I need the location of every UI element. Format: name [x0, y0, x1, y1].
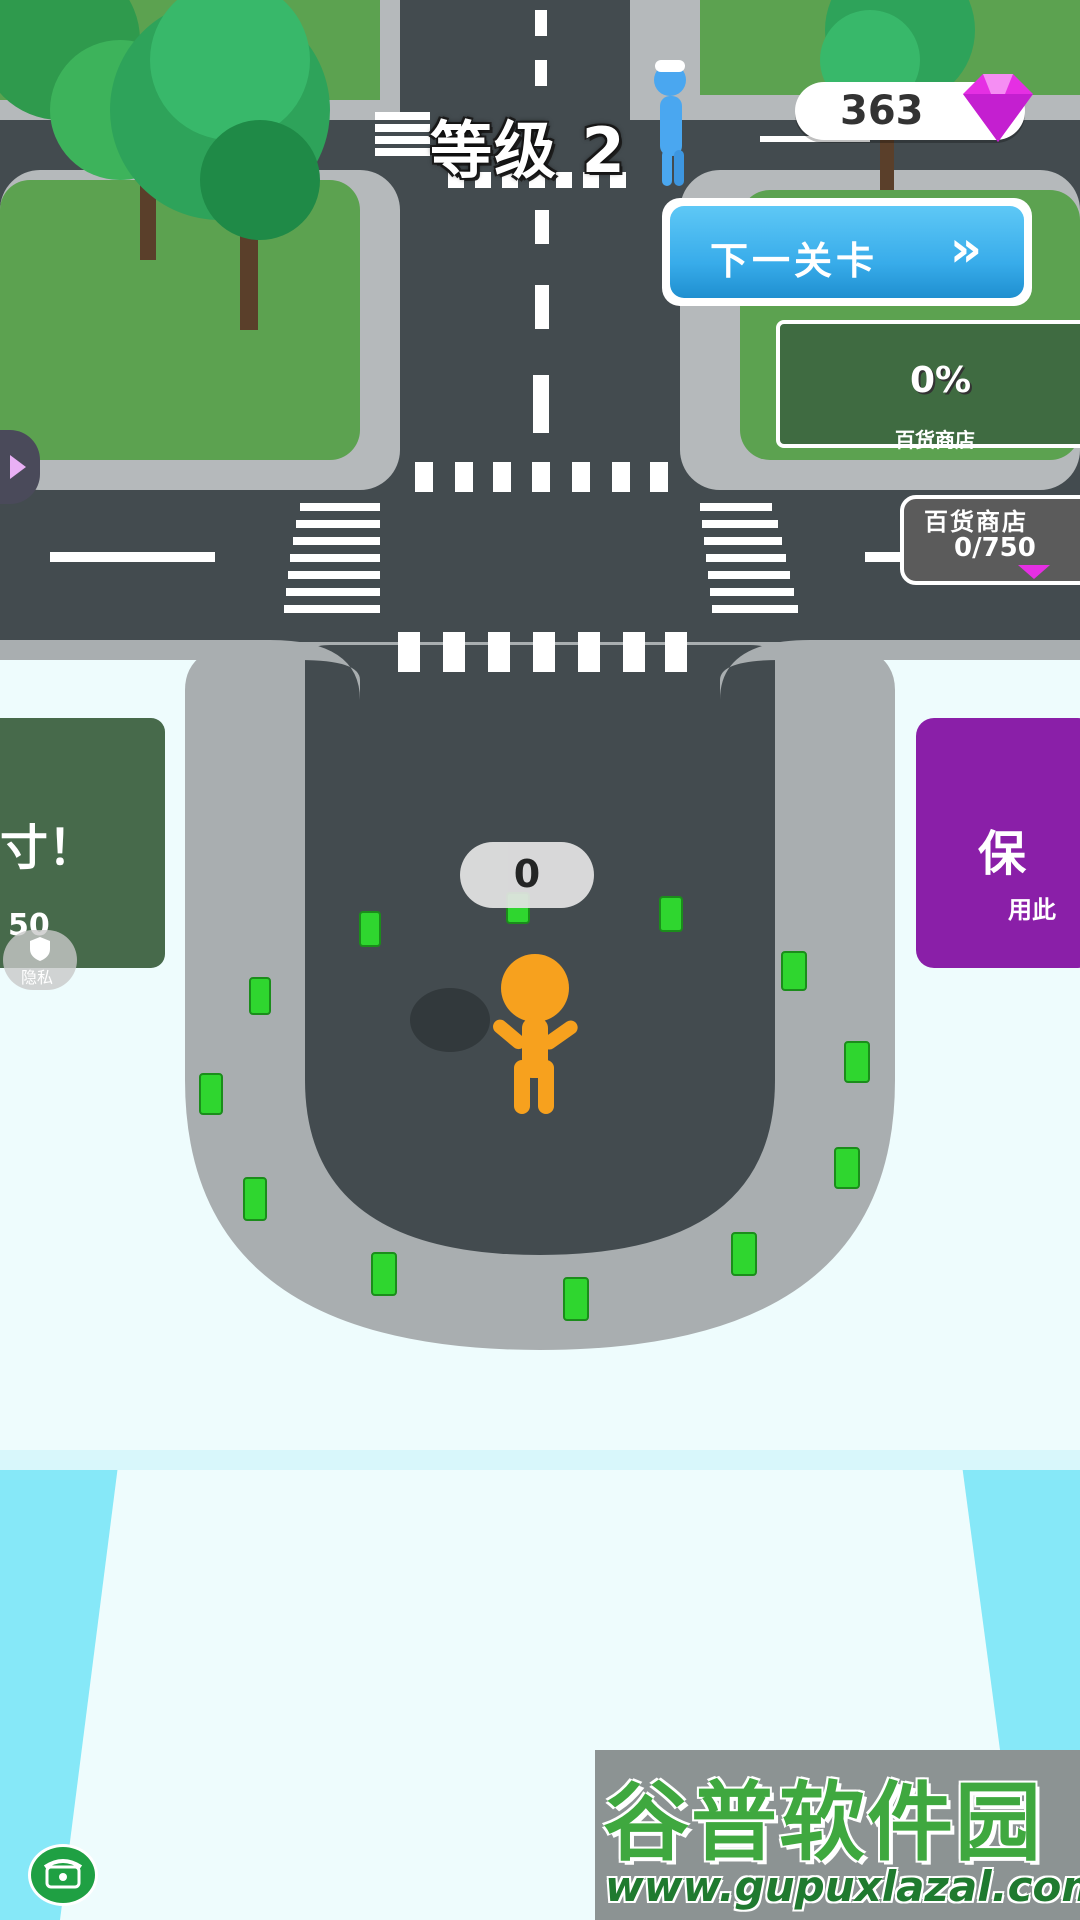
right-sign-sub: 用此 — [1008, 896, 1056, 924]
store-plot: 0% 百货商店 — [776, 320, 1080, 452]
right-sign-text: 保 — [978, 826, 1027, 882]
next-level-button[interactable]: 下一关卡 » — [662, 198, 1032, 306]
level-label: 等级 2 — [430, 114, 627, 187]
plot-progress: 0% — [910, 360, 972, 401]
phone-icon — [43, 1859, 83, 1889]
shop-cost-title: 百货商店 — [924, 508, 1028, 536]
next-level-button-face: 下一关卡 » — [670, 206, 1024, 298]
phone-button[interactable] — [28, 1844, 98, 1906]
privacy-label: 隐私 — [21, 968, 54, 987]
side-panel-toggle[interactable] — [0, 430, 40, 504]
carried-count: 0 — [513, 852, 541, 896]
watermark: 谷普软件园 www.gupuxlazal.com — [595, 1750, 1080, 1920]
shop-cost-value: 0/750 — [954, 533, 1036, 563]
left-sign-text: 寸！ — [0, 820, 97, 876]
gem-small-icon — [1018, 565, 1050, 579]
water-edge — [0, 1450, 1080, 1470]
next-level-label: 下一关卡 — [710, 239, 879, 283]
gem-count: 363 — [840, 88, 924, 134]
privacy-button[interactable]: 隐私 — [3, 930, 77, 990]
gem-icon — [963, 74, 1033, 142]
grass-mid-left — [0, 180, 360, 460]
chevron-right-icon — [10, 455, 26, 479]
carried-count-bubble: 0 — [460, 842, 594, 908]
cul-de-sac-road — [305, 645, 775, 1255]
shop-cost-card: 百货商店 0/750 — [900, 495, 1080, 585]
right-sign: 保 用此 — [916, 718, 1080, 968]
shield-icon — [30, 937, 50, 961]
watermark-title: 谷普软件园 — [603, 1773, 1043, 1873]
plot-name: 百货商店 — [895, 428, 975, 452]
watermark-url: www.gupuxlazal.com — [605, 1862, 1080, 1911]
gem-counter: 363 — [795, 74, 1033, 142]
double-chevron-right-icon: » — [949, 220, 982, 278]
